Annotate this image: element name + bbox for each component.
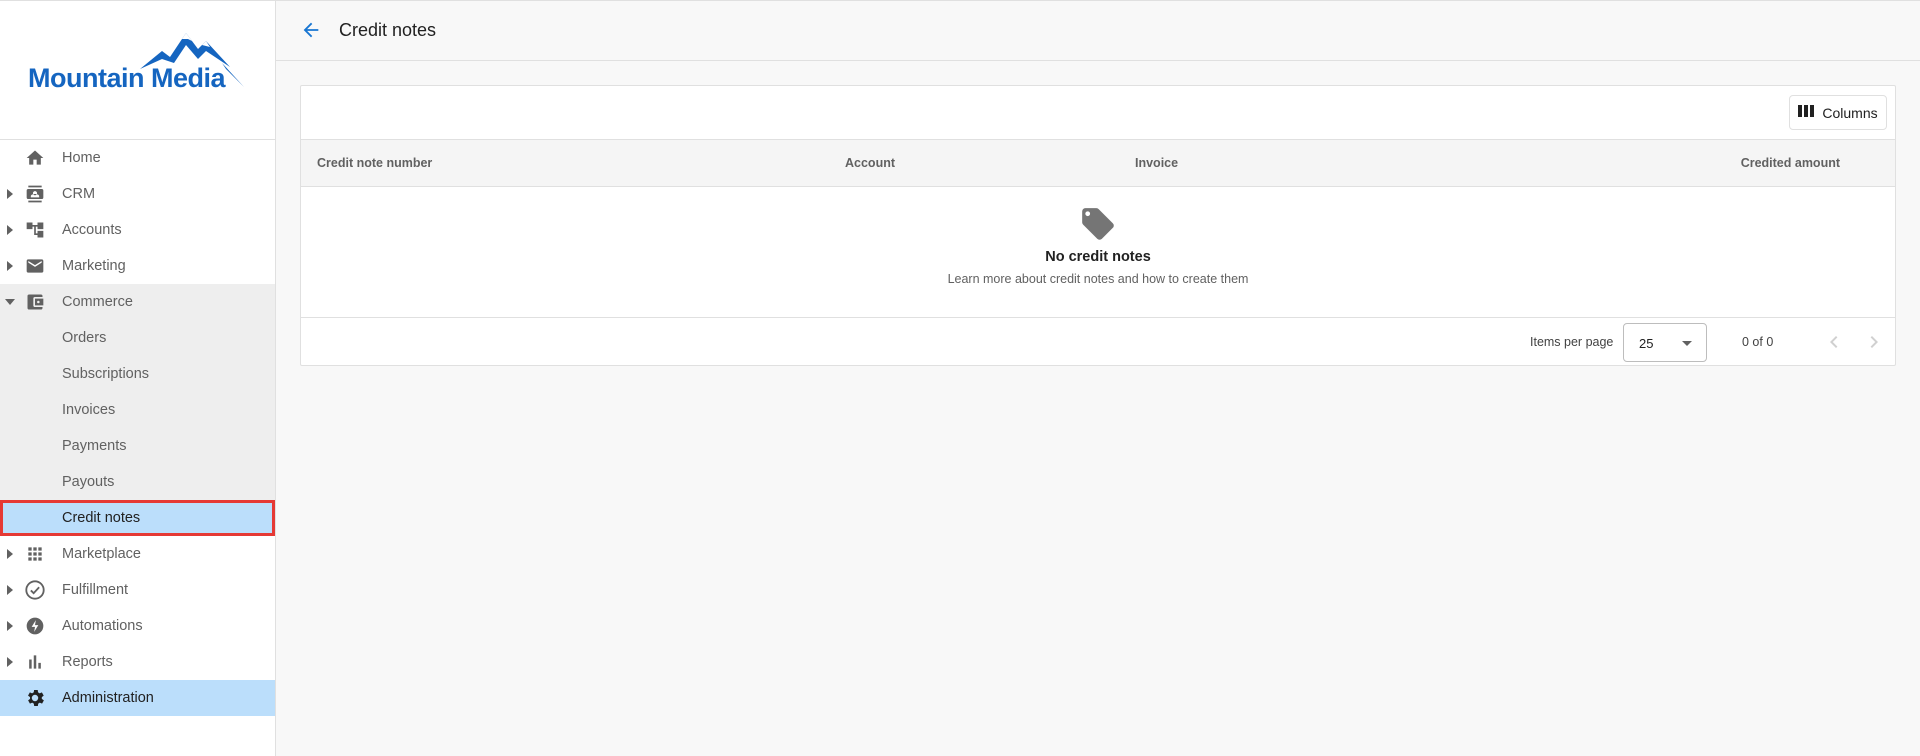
column-header-invoice[interactable]: Invoice [1135,156,1178,170]
sidebar-item-label: Automations [62,618,143,634]
expand-caret-icon[interactable] [7,585,13,595]
column-header-account[interactable]: Account [845,156,895,170]
expand-caret-icon[interactable] [7,621,13,631]
sidebar-item-label: Administration [62,690,154,706]
columns-button[interactable]: Columns [1789,95,1887,130]
empty-state-description: Learn more about credit notes and how to… [947,272,1249,286]
check-circle-icon [24,579,46,601]
bolt-icon [24,615,46,637]
mail-icon [24,255,46,277]
expand-caret-icon[interactable] [7,549,13,559]
contact-card-icon [24,183,46,205]
sidebar-item-label: Commerce [62,294,133,310]
arrow-left-icon[interactable] [300,19,322,46]
grid-icon [24,543,46,565]
previous-page-icon[interactable] [1822,330,1846,357]
sidebar-item-home[interactable]: Home [0,140,275,176]
empty-state: No credit notes Learn more about credit … [301,187,1895,318]
sidebar-item-label: Marketplace [62,546,141,562]
sidebar-item-label: Fulfillment [62,582,129,598]
table-toolbar: Columns [301,86,1895,140]
columns-icon [1798,104,1815,121]
sidebar-item-commerce[interactable]: Commerce [0,284,275,320]
page-range-label: 0 of 0 [1742,335,1774,349]
sidebar-item-label: Payouts [62,474,115,490]
column-header-credit-note-number[interactable]: Credit note number [317,156,432,170]
brand-name: Mountain Media [28,63,226,93]
sidebar-item-automations[interactable]: Automations [0,608,275,644]
columns-button-label: Columns [1822,104,1878,121]
items-per-page-value: 25 [1639,336,1654,351]
empty-state-title: No credit notes [1045,249,1151,265]
sidebar-item-label: Subscriptions [62,366,150,382]
wallet-icon [24,291,46,313]
sidebar-item-payouts[interactable]: Payouts [0,464,275,500]
sidebar-item-label: CRM [62,186,96,202]
paginator: Items per page 25 0 of 0 [301,318,1895,366]
sidebar-item-administration[interactable]: Administration [0,680,275,716]
sidebar-item-label: Invoices [62,402,116,418]
expand-caret-icon[interactable] [7,261,13,271]
home-icon [24,147,46,169]
table-header-row: Credit note number Account Invoice Credi… [301,140,1895,187]
expand-caret-icon[interactable] [7,225,13,235]
sidebar-item-crm[interactable]: CRM [0,176,275,212]
column-header-credited-amount[interactable]: Credited amount [1741,156,1840,170]
items-per-page-select[interactable]: 25 [1623,323,1707,362]
commerce-group: Commerce Orders Subscriptions Invoices P… [0,284,275,536]
sidebar-nav: Home CRM Accounts Marketing Commerce Ord… [0,140,275,716]
logo[interactable]: Mountain Media [0,1,275,140]
sidebar-item-label: Marketing [62,258,126,274]
dropdown-arrow-icon [1682,341,1692,346]
sidebar-item-label: Orders [62,330,107,346]
sidebar-item-fulfillment[interactable]: Fulfillment [0,572,275,608]
sidebar-item-accounts[interactable]: Accounts [0,212,275,248]
expand-caret-icon[interactable] [7,657,13,667]
sidebar-item-credit-notes[interactable]: Credit notes [0,500,275,536]
tag-icon [1079,205,1117,248]
items-per-page-label: Items per page [1530,335,1614,349]
next-page-icon[interactable] [1862,330,1886,357]
sidebar-item-payments[interactable]: Payments [0,428,275,464]
app-root: Mountain Media Home CRM Accounts Marketi… [0,0,1920,756]
sidebar: Mountain Media Home CRM Accounts Marketi… [0,1,276,756]
sidebar-item-label: Credit notes [62,510,141,526]
page-title: Credit notes [339,20,437,40]
bar-chart-icon [24,651,46,673]
sidebar-item-label: Reports [62,654,113,670]
main-content: Credit notes Columns Credit note number … [276,1,1920,756]
sidebar-item-marketplace[interactable]: Marketplace [0,536,275,572]
gear-icon [24,687,46,709]
sidebar-item-reports[interactable]: Reports [0,644,275,680]
sidebar-item-subscriptions[interactable]: Subscriptions [0,356,275,392]
credit-notes-table-card: Columns Credit note number Account Invoi… [300,85,1896,366]
sidebar-item-invoices[interactable]: Invoices [0,392,275,428]
sidebar-item-label: Accounts [62,222,122,238]
sidebar-item-label: Home [62,150,101,166]
page-header: Credit notes [276,1,1920,61]
hierarchy-icon [24,219,46,241]
sidebar-item-label: Payments [62,438,127,454]
expand-caret-icon[interactable] [7,189,13,199]
collapse-caret-icon[interactable] [5,299,15,305]
sidebar-item-orders[interactable]: Orders [0,320,275,356]
sidebar-item-marketing[interactable]: Marketing [0,248,275,284]
